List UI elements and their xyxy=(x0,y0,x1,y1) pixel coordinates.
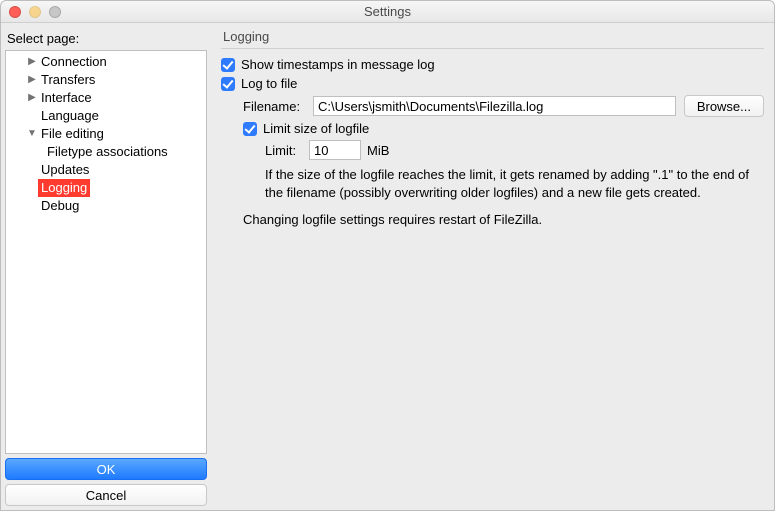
chevron-right-icon[interactable]: ▶ xyxy=(26,53,38,71)
cancel-button[interactable]: Cancel xyxy=(5,484,207,506)
log-to-file-label: Log to file xyxy=(241,76,297,91)
limit-input[interactable] xyxy=(309,140,361,160)
limit-unit-label: MiB xyxy=(367,143,389,158)
filename-input[interactable] xyxy=(313,96,676,116)
log-to-file-checkbox[interactable] xyxy=(221,77,235,91)
tree-item-filetype-associations[interactable]: Filetype associations xyxy=(6,143,206,161)
select-page-label: Select page: xyxy=(7,31,205,46)
tree-item-label: File editing xyxy=(38,125,107,143)
show-timestamps-label: Show timestamps in message log xyxy=(241,57,435,72)
tree-item-connection[interactable]: ▶ Connection xyxy=(6,53,206,71)
limit-label: Limit: xyxy=(265,143,309,158)
browse-button[interactable]: Browse... xyxy=(684,95,764,117)
tree-item-label: Debug xyxy=(38,197,82,215)
tree-item-interface[interactable]: ▶ Interface xyxy=(6,89,206,107)
tree-item-label: Logging xyxy=(38,179,90,197)
window-controls xyxy=(9,6,61,18)
tree-item-label: Language xyxy=(38,107,102,125)
page-tree[interactable]: ▶ Connection ▶ Transfers ▶ Interface Lan… xyxy=(5,50,207,454)
settings-panel: Logging Show timestamps in message log L… xyxy=(211,23,774,510)
restart-note: Changing logfile settings requires resta… xyxy=(243,211,764,229)
left-pane: Select page: ▶ Connection ▶ Transfers ▶ … xyxy=(1,23,211,510)
chevron-right-icon[interactable]: ▶ xyxy=(26,89,38,107)
chevron-down-icon[interactable]: ▼ xyxy=(26,125,38,143)
tree-item-label: Filetype associations xyxy=(44,143,171,161)
tree-item-debug[interactable]: Debug xyxy=(6,197,206,215)
limit-help-text: If the size of the logfile reaches the l… xyxy=(265,166,764,201)
chevron-right-icon[interactable]: ▶ xyxy=(26,71,38,89)
minimize-icon xyxy=(29,6,41,18)
tree-item-file-editing[interactable]: ▼ File editing xyxy=(6,125,206,143)
settings-window: Settings Select page: ▶ Connection ▶ Tra… xyxy=(0,0,775,511)
limit-size-checkbox[interactable] xyxy=(243,122,257,136)
panel-header: Logging xyxy=(221,29,764,49)
titlebar: Settings xyxy=(1,1,774,23)
tree-item-label: Updates xyxy=(38,161,92,179)
content: Select page: ▶ Connection ▶ Transfers ▶ … xyxy=(1,23,774,510)
window-title: Settings xyxy=(1,4,774,19)
filename-label: Filename: xyxy=(243,99,313,114)
show-timestamps-checkbox[interactable] xyxy=(221,58,235,72)
tree-item-language[interactable]: Language xyxy=(6,107,206,125)
limit-size-label: Limit size of logfile xyxy=(263,121,369,136)
tree-item-label: Connection xyxy=(38,53,110,71)
tree-item-transfers[interactable]: ▶ Transfers xyxy=(6,71,206,89)
tree-item-label: Interface xyxy=(38,89,95,107)
close-icon[interactable] xyxy=(9,6,21,18)
tree-item-updates[interactable]: Updates xyxy=(6,161,206,179)
tree-item-label: Transfers xyxy=(38,71,98,89)
zoom-icon xyxy=(49,6,61,18)
tree-item-logging[interactable]: Logging xyxy=(6,179,206,197)
ok-button[interactable]: OK xyxy=(5,458,207,480)
